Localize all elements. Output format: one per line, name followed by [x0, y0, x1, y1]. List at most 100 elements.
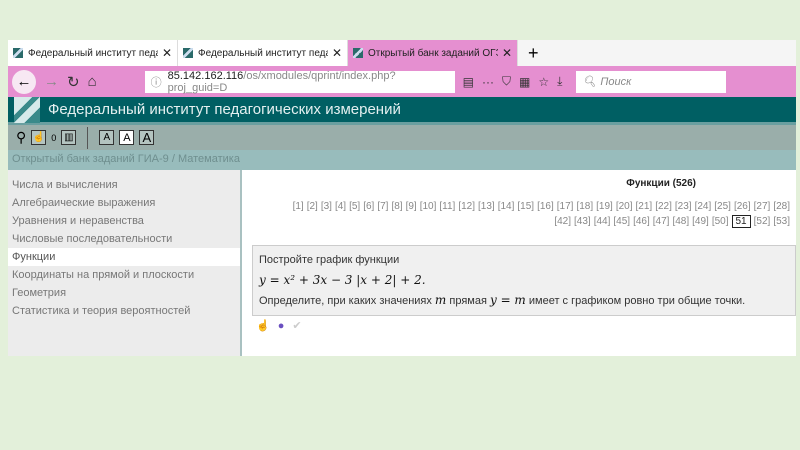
page-link[interactable]: [46] [633, 216, 650, 227]
home-button[interactable]: ⌂ [88, 73, 97, 90]
hand-pointer-icon[interactable]: ☝ [31, 130, 47, 145]
tab-3-active[interactable]: Открытый банк заданий ОГЭ ✕ [348, 40, 518, 66]
page-link[interactable]: [27] [754, 201, 771, 212]
question-text: прямая [446, 295, 490, 307]
page-link[interactable]: [22] [655, 201, 672, 212]
page-link[interactable]: [26] [734, 201, 751, 212]
page-link[interactable]: [53] [773, 216, 790, 227]
tab-1[interactable]: Федеральный институт педагогических ✕ [8, 40, 178, 66]
page-link[interactable]: [2] [307, 201, 318, 212]
task-card: Постройте график функции y = x² + 3x − 3… [252, 245, 796, 316]
pocket-icon[interactable]: ⛉ [502, 74, 511, 89]
page-link[interactable]: [44] [594, 216, 611, 227]
page-link[interactable]: [20] [616, 201, 633, 212]
page-link[interactable]: [1] [293, 201, 304, 212]
forward-button[interactable]: → [44, 73, 59, 90]
site-header: Федеральный институт педагогических изме… [8, 96, 796, 125]
selected-count: 0 [51, 132, 57, 143]
page-link[interactable]: [7] [377, 201, 388, 212]
close-tab-icon[interactable]: ✕ [162, 46, 172, 60]
page-link[interactable]: [16] [537, 201, 554, 212]
more-icon[interactable]: ··· [482, 75, 494, 89]
page-link[interactable]: [15] [517, 201, 534, 212]
page-link[interactable]: [52] [754, 216, 771, 227]
new-tab-button[interactable]: + [518, 40, 549, 66]
select-hand-icon[interactable]: ☝ [256, 319, 270, 332]
sidebar-item-numbers[interactable]: Числа и вычисления [8, 176, 240, 194]
breadcrumb: Открытый банк заданий ГИА-9 / Математика [8, 150, 796, 170]
page-link[interactable]: [17] [557, 201, 574, 212]
task-formula: y = x² + 3x − 3 |x + 2| + 2. [259, 273, 426, 287]
page-link[interactable]: [45] [613, 216, 630, 227]
page-link[interactable]: [10] [420, 201, 437, 212]
tab-bar: Федеральный институт педагогических ✕ Фед… [8, 40, 796, 66]
page-link[interactable]: [50] [712, 216, 729, 227]
font-small-button[interactable]: A [99, 130, 115, 145]
reader-view-icon[interactable]: ▤ [463, 75, 474, 89]
browser-window: Федеральный институт педагогических ✕ Фед… [8, 40, 796, 356]
page-link[interactable]: [4] [335, 201, 346, 212]
sidebar-item-algebraic-expressions[interactable]: Алгебраические выражения [8, 194, 240, 212]
page-link[interactable]: [47] [653, 216, 670, 227]
page-link[interactable]: [9] [406, 201, 417, 212]
tab-2[interactable]: Федеральный институт педагогических ✕ [178, 40, 348, 66]
page-link[interactable]: [24] [695, 201, 712, 212]
page-link[interactable]: [8] [391, 201, 402, 212]
sidebar-item-sequences[interactable]: Числовые последовательности [8, 230, 240, 248]
library-icon[interactable]: ▦ [519, 75, 530, 89]
page-link[interactable]: [21] [636, 201, 653, 212]
answer-icon[interactable]: ● [278, 320, 285, 332]
page-link[interactable]: [43] [574, 216, 591, 227]
page-link[interactable]: [28] [773, 201, 790, 212]
search-input[interactable]: 🔍︎ Поиск [576, 70, 727, 93]
check-icon[interactable]: ✔ [292, 319, 301, 332]
navigation-bar: ← → ↻ ⌂ ⓘ 85.142.162.116/os/xmodules/qpri… [8, 66, 796, 97]
search-placeholder: Поиск [600, 75, 632, 88]
page-link[interactable]: [3] [321, 201, 332, 212]
main-content: Функции (526) [1] [2] [3] [4] [5] [6] [7] [8] [9… [244, 170, 796, 356]
sidebar-item-functions[interactable]: Функции [8, 248, 240, 266]
sidebar-item-coordinates[interactable]: Координаты на прямой и плоскости [8, 266, 240, 284]
page-link[interactable]: [19] [596, 201, 613, 212]
page-link[interactable]: [12] [458, 201, 475, 212]
sidebar-item-geometry[interactable]: Геометрия [8, 284, 240, 302]
tab-label: Федеральный институт педагогических [28, 47, 158, 59]
page-link[interactable]: [25] [714, 201, 731, 212]
download-icon[interactable]: ⤓ [557, 74, 562, 89]
page-link[interactable]: [5] [349, 201, 360, 212]
close-tab-icon[interactable]: ✕ [502, 46, 512, 60]
font-large-button[interactable]: A [139, 130, 155, 145]
font-medium-button[interactable]: A [119, 130, 135, 145]
statistics-chart-icon[interactable]: ▥ [61, 130, 77, 145]
sidebar-item-equations[interactable]: Уравнения и неравенства [8, 212, 240, 230]
sidebar-item-statistics[interactable]: Статистика и теория вероятностей [8, 302, 240, 320]
site-favicon-icon [353, 48, 363, 58]
back-button[interactable]: ← [12, 69, 36, 94]
info-icon: ⓘ [150, 76, 162, 89]
page-link[interactable]: [42] [554, 216, 571, 227]
divider [87, 126, 89, 149]
section-title: Функции (526) [626, 178, 696, 189]
tab-label: Федеральный институт педагогических [198, 47, 328, 59]
page-link[interactable]: [11] [439, 201, 455, 212]
url-bar[interactable]: ⓘ 85.142.162.116/os/xmodules/qprint/index… [144, 69, 455, 94]
page-current[interactable]: 51 [731, 215, 751, 228]
page-link[interactable]: [49] [692, 216, 709, 227]
close-tab-icon[interactable]: ✕ [332, 46, 342, 60]
pagination: [1] [2] [3] [4] [5] [6] [7] [8] [9] [10] [11] [12][… [244, 189, 796, 229]
site-favicon-icon [13, 48, 23, 58]
task-question: Определите, при каких значениях m прямая… [259, 290, 789, 311]
page-link[interactable]: [48] [672, 216, 689, 227]
site-title: Федеральный институт педагогических изме… [48, 101, 401, 118]
url-host: 85.142.162.116 [167, 69, 244, 82]
page-link[interactable]: [18] [576, 201, 593, 212]
page-link[interactable]: [23] [675, 201, 692, 212]
bookmark-star-icon[interactable]: ☆ [538, 75, 549, 89]
page-link[interactable]: [6] [363, 201, 374, 212]
fipi-logo [14, 96, 40, 123]
math-var: m [434, 293, 447, 307]
page-link[interactable]: [14] [498, 201, 515, 212]
reload-button[interactable]: ↻ [67, 73, 80, 91]
search-icon[interactable]: ⚲ [16, 129, 26, 146]
page-link[interactable]: [13] [478, 201, 495, 212]
